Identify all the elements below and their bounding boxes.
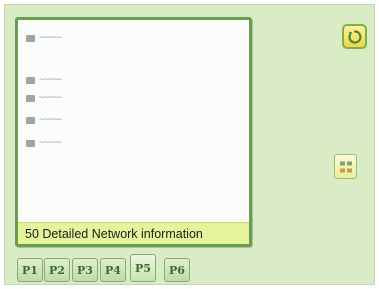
tab-p4[interactable]: P4 (100, 258, 126, 282)
tab-p2[interactable]: P2 (44, 258, 70, 282)
lcd-screen: ~~~~~ ~~~~~ ~~~~~ ~~~~~ ~~~~~ 50 Detaile… (4, 4, 375, 285)
return-icon (347, 29, 361, 44)
list-bullet-icon (26, 116, 35, 124)
list-item: ~~~~~ (26, 93, 62, 103)
page-select-icon (339, 161, 352, 172)
list-bullet-icon (26, 94, 35, 102)
page-select-button[interactable] (334, 154, 357, 179)
network-info-panel: ~~~~~ ~~~~~ ~~~~~ ~~~~~ ~~~~~ 50 Detaile… (15, 17, 252, 247)
list-item-text: ~~~~~ (39, 75, 62, 85)
list-bullet-icon (26, 34, 35, 42)
return-button[interactable] (342, 24, 367, 49)
list-bullet-icon (26, 76, 35, 84)
tab-p6[interactable]: P6 (164, 258, 190, 282)
list-item-text: ~~~~~ (39, 115, 62, 125)
list-bullet-icon (26, 139, 35, 147)
tab-p1[interactable]: P1 (17, 258, 43, 282)
tab-p5[interactable]: P5 (130, 254, 156, 282)
status-banner: 50 Detailed Network information (18, 222, 249, 244)
tab-p3[interactable]: P3 (72, 258, 98, 282)
list-item-text: ~~~~~ (39, 33, 62, 43)
list-item-text: ~~~~~ (39, 138, 62, 148)
list-item: ~~~~~ (26, 75, 62, 85)
list-item: ~~~~~ (26, 33, 62, 43)
list-item: ~~~~~ (26, 138, 62, 148)
list-item-text: ~~~~~ (39, 93, 62, 103)
list-item: ~~~~~ (26, 115, 62, 125)
